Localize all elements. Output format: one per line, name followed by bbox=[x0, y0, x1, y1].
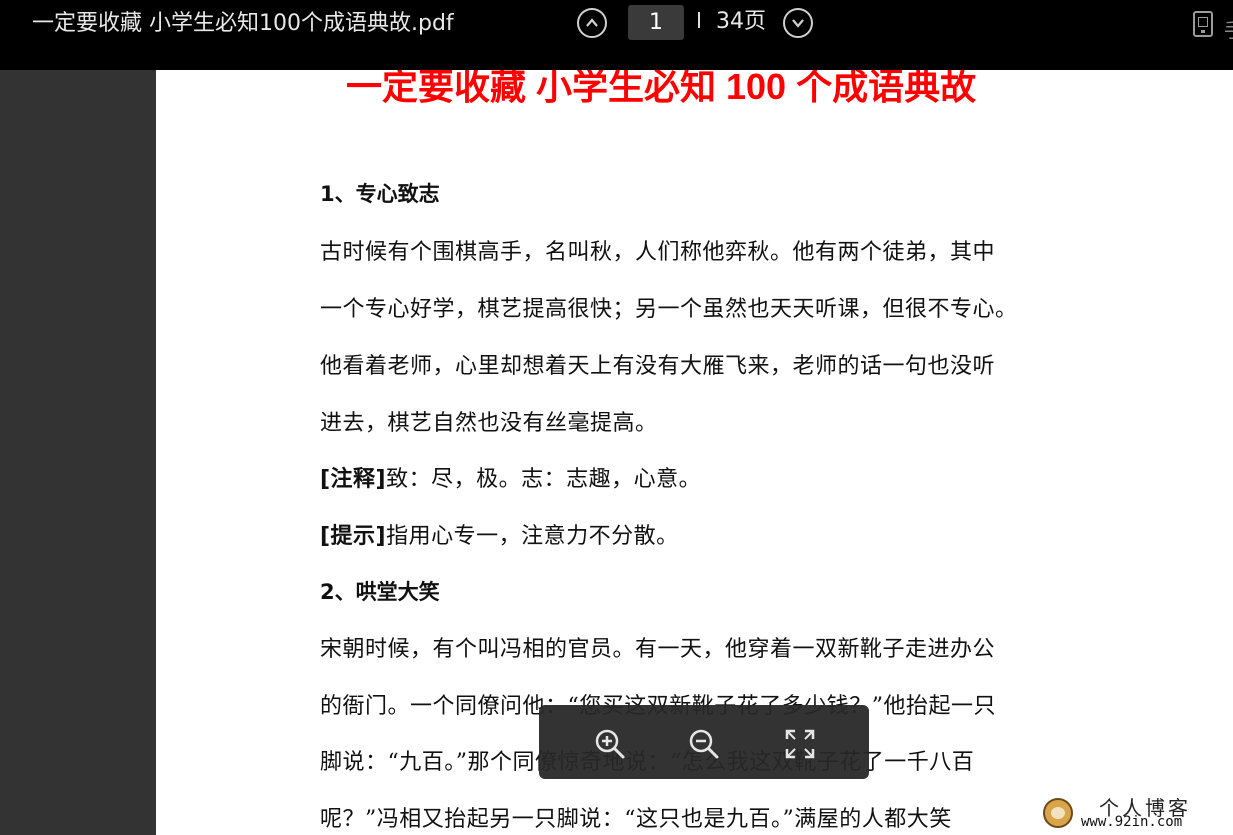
paragraph-line: 呢？”冯相又抬起另一只脚说：“这只也是九百。”满屋的人都大笑 bbox=[320, 807, 952, 832]
next-page-button[interactable] bbox=[783, 8, 813, 38]
total-pages: 34页 bbox=[716, 9, 766, 34]
page-separator bbox=[698, 12, 700, 28]
viewer-gutter bbox=[0, 70, 156, 835]
watermark-avatar bbox=[1043, 798, 1073, 828]
paragraph-line: 他看着老师，心里却想着天上有没有大雁飞来，老师的话一句也没听 bbox=[320, 354, 996, 379]
viewer-toolbar: 一定要收藏 小学生必知100个成语典故.pdf 34页 手 bbox=[0, 0, 1233, 70]
note-line: [注释]致：尽，极。志：志趣，心意。 bbox=[320, 461, 701, 493]
tip-label: [提示] bbox=[320, 524, 387, 549]
site-watermark: 个人博客 www.92in.com bbox=[1035, 790, 1233, 835]
toolbar-edge-label[interactable]: 手 bbox=[1224, 14, 1233, 43]
prev-page-button[interactable] bbox=[577, 8, 607, 38]
zoom-in-icon bbox=[595, 729, 625, 759]
note-label: [注释] bbox=[320, 467, 387, 492]
paragraph-line: 古时候有个围棋高手，名叫秋，人们称他弈秋。他有两个徒弟，其中 bbox=[320, 240, 996, 265]
watermark-url: www.92in.com bbox=[1081, 814, 1183, 830]
zoom-out-icon bbox=[689, 729, 719, 759]
fit-screen-button[interactable] bbox=[783, 727, 817, 761]
zoom-out-button[interactable] bbox=[687, 727, 721, 761]
file-title: 一定要收藏 小学生必知100个成语典故.pdf bbox=[32, 11, 454, 36]
tip-text: 指用心专一，注意力不分散。 bbox=[386, 524, 679, 549]
chevron-up-icon bbox=[586, 18, 598, 27]
tip-line: [提示]指用心专一，注意力不分散。 bbox=[320, 518, 679, 550]
fullscreen-icon bbox=[785, 729, 815, 759]
paragraph-line: 宋朝时候，有个叫冯相的官员。有一天，他穿着一双新靴子走进办公 bbox=[320, 637, 996, 662]
section-heading: 1、专心致志 bbox=[320, 182, 440, 206]
page-number-input[interactable] bbox=[628, 5, 684, 40]
mobile-device-icon[interactable] bbox=[1193, 11, 1213, 37]
chevron-down-icon bbox=[792, 19, 804, 28]
zoom-in-button[interactable] bbox=[593, 727, 627, 761]
zoom-controls bbox=[539, 705, 869, 779]
section-heading: 2、哄堂大笑 bbox=[320, 580, 440, 604]
paragraph-line: 一个专心好学，棋艺提高很快；另一个虽然也天天听课，但很不专心。 bbox=[320, 297, 1018, 322]
paragraph-line: 进去，棋艺自然也没有丝毫提高。 bbox=[320, 411, 658, 436]
note-text: 致：尽，极。志：志趣，心意。 bbox=[386, 467, 702, 492]
